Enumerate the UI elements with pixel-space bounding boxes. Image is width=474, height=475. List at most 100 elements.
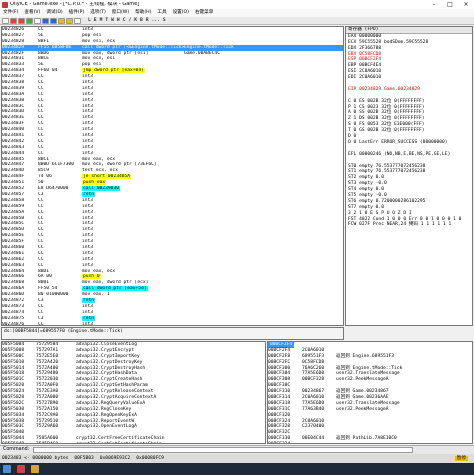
execute-till-return-icon[interactable] xyxy=(74,17,81,24)
restart-icon[interactable] xyxy=(10,17,17,24)
disasm-text: int3 xyxy=(82,244,94,250)
disasm-text: int3 xyxy=(82,309,94,315)
disasm-text: call dword ptr [eax+54] xyxy=(82,286,148,292)
menu-debug[interactable]: 调试(D) xyxy=(43,10,65,16)
disasm-text: mov ecx, dword ptr [73EF6C] xyxy=(82,162,157,168)
close-icon[interactable]: × xyxy=(458,1,474,8)
dump-value: 7585B4C0 xyxy=(36,442,76,443)
disasm-text: call 00239030 xyxy=(82,186,120,192)
disasm-text: push eax xyxy=(82,180,107,186)
disasm-text: int3 xyxy=(82,144,94,150)
toolbar: L E M T W H C / K B R ... S xyxy=(0,17,474,25)
disasm-text: int3 xyxy=(82,121,94,127)
disasm-text: int3 xyxy=(82,209,94,215)
menu-context[interactable]: 右键菜单 xyxy=(192,10,216,16)
disasm-text: test ecx, ecx xyxy=(82,168,118,174)
run-icon[interactable] xyxy=(26,17,33,24)
disasm-text: int3 xyxy=(82,262,94,268)
dump-row[interactable]: 005F50487585B4C0crypt32.CertGetCertifica… xyxy=(2,442,265,443)
toolbar-run-trace[interactable]: ... xyxy=(152,18,160,24)
toolbar-memory[interactable]: M xyxy=(100,18,103,24)
disassembly-pane[interactable]: 00234826 CC int3 00234827 5E pop esi 00234828 8… xyxy=(1,26,344,326)
disasm-text: mov eax, ecx xyxy=(82,268,116,274)
dump-address: 005F5048 xyxy=(2,442,36,443)
disasm-text: int3 xyxy=(82,250,94,256)
toolbar-windows[interactable]: W xyxy=(111,18,114,24)
step-into-icon[interactable] xyxy=(42,17,49,24)
toolbar-callstack[interactable]: K xyxy=(134,18,137,24)
close-process-icon[interactable] xyxy=(18,17,25,24)
step-over-icon[interactable] xyxy=(50,17,57,24)
taskbar-app-icon[interactable] xyxy=(17,465,25,473)
start-icon[interactable] xyxy=(3,465,11,473)
disasm-text: int3 xyxy=(82,115,94,121)
app-icon xyxy=(2,1,8,8)
toolbar-source[interactable]: S xyxy=(163,18,166,24)
disasm-text: mov eax, dword ptr [ecx] xyxy=(82,280,149,286)
open-icon[interactable] xyxy=(2,17,9,24)
disasm-text: mov eax, ecx xyxy=(82,156,116,162)
stack-value xyxy=(302,442,336,443)
disasm-address: 00234876 xyxy=(2,321,25,326)
menu-options[interactable]: 选项(T) xyxy=(87,10,109,16)
registers-title: 寄存器 (FPU) xyxy=(346,27,472,34)
info-pane: ds:[00BF5844]=689557F0 (Engine.tMode::Ti… xyxy=(1,327,344,340)
trace-over-icon[interactable] xyxy=(66,17,73,24)
menu-window[interactable]: 窗口(W) xyxy=(109,10,132,16)
disasm-row[interactable]: 00234876 CC int3 xyxy=(2,321,343,326)
command-bar: Command: xyxy=(0,445,474,454)
command-input[interactable] xyxy=(33,447,414,453)
toolbar-threads[interactable]: T xyxy=(105,18,108,24)
disasm-text: mov esi, ecx xyxy=(82,38,116,44)
disasm-text: retn xyxy=(82,315,96,321)
disasm-text: int3 xyxy=(82,138,94,144)
disasm-text: int3 xyxy=(82,133,94,139)
disasm-text: int3 xyxy=(82,150,94,156)
disasm-text: jmp dword ptr [eax+04] xyxy=(82,68,145,74)
disasm-text: mov ecx, esi xyxy=(82,56,116,62)
menu-tools[interactable]: 工具 xyxy=(154,10,169,16)
disasm-text: pop esi xyxy=(82,62,102,68)
disasm-comment xyxy=(184,322,343,325)
status-bar: 0023483 <- 0000000 bytes 00F5B03 0x0069E… xyxy=(0,454,474,463)
command-label: Command: xyxy=(3,447,30,453)
disasm-text: int3 xyxy=(82,239,94,245)
registers-pane[interactable]: 寄存器 (FPU) EAX 00000000 ECX 59C55528 bodSD… xyxy=(345,26,473,326)
toolbar-handles[interactable]: H xyxy=(117,18,120,24)
menu-help[interactable]: 帮助(H) xyxy=(132,10,154,16)
menu-view[interactable]: 查看(V) xyxy=(21,10,43,16)
toolbar-breakpoints[interactable]: B xyxy=(140,18,143,24)
toolbar-references[interactable]: R xyxy=(146,18,149,24)
stack-pane[interactable]: 00BCF2F4 00BCF2F4 2C0A6010 00BCF2F8 689551F… xyxy=(267,341,473,444)
minimize-icon[interactable]: – xyxy=(426,1,442,8)
register-line[interactable]: FCW 027F Prec NEAR,24 掩码 1 1 1 1 1 1 xyxy=(346,222,472,228)
toolbar-patches[interactable]: / xyxy=(128,18,131,24)
disasm-text: int3 xyxy=(82,91,94,97)
stack-row[interactable]: 00BCF334 xyxy=(268,442,472,443)
disasm-text: je short 0023485A xyxy=(82,174,132,180)
toolbar-log[interactable]: L xyxy=(88,18,91,24)
dump-comment: crypt32.CertGetCertificateChain xyxy=(76,442,265,443)
memory-dump-pane[interactable]: 005F5004 75729584 advapi32.CloseEventLog 00… xyxy=(1,341,266,444)
disasm-text: int3 xyxy=(82,197,94,203)
disasm-text: int3 xyxy=(82,127,94,133)
maximize-icon[interactable]: □ xyxy=(442,1,458,8)
taskbar-folder-icon[interactable] xyxy=(31,465,39,473)
trace-into-icon[interactable] xyxy=(58,17,65,24)
menu-file[interactable]: 文件(F) xyxy=(0,10,21,16)
menu-plugins[interactable]: 插件(P) xyxy=(66,10,88,16)
status-paused: 暂停 xyxy=(454,455,468,462)
disasm-text: mov eax, 1 xyxy=(82,292,110,298)
toolbar-cpu[interactable]: C xyxy=(123,18,126,24)
info-line: ds:[00BF5844]=689557F0 (Engine.tMode::Ti… xyxy=(4,329,123,334)
disasm-instruction: int3 xyxy=(82,322,184,325)
disasm-text: int3 xyxy=(82,256,94,262)
disasm-text: int3 xyxy=(82,215,94,221)
disasm-hex: CC xyxy=(38,321,44,326)
toolbar-modules[interactable]: E xyxy=(94,18,97,24)
disasm-text: retn xyxy=(82,297,96,303)
disasm-text: pop esi xyxy=(82,32,102,38)
pause-icon[interactable] xyxy=(34,17,41,24)
disasm-text: int3 xyxy=(82,303,94,309)
menu-settings[interactable]: 设置(O) xyxy=(170,10,192,16)
